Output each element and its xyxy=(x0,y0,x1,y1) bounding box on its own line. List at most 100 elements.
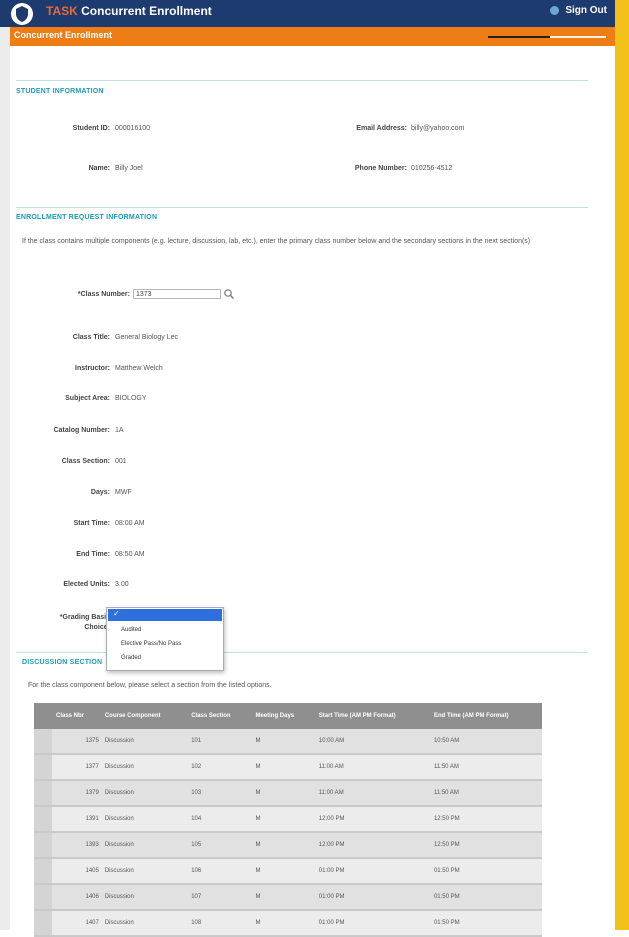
table-cell: Discussion xyxy=(100,729,188,755)
dropdown-option-pass-no-pass[interactable]: Elective Pass/No Pass xyxy=(121,641,181,647)
progress-bar-remaining xyxy=(550,36,606,38)
table-cell: 104 xyxy=(187,806,252,833)
column-header: Start Time (AM PM Format) xyxy=(314,703,430,729)
sub-header-title: Concurrent Enrollment xyxy=(14,30,113,40)
table-row[interactable]: 1405 Discussion 106 M 01:00 PM 01:50 PM xyxy=(34,858,542,885)
class-section-label: Class Section: xyxy=(61,458,110,465)
discussion-instruction: For the class component below, please se… xyxy=(28,682,272,689)
class-number-input[interactable] xyxy=(133,289,221,299)
table-cell: 01:50 PM xyxy=(429,858,542,885)
sign-out-label: Sign Out xyxy=(565,5,607,16)
grading-basis-dropdown[interactable]: ✓ Audited Elective Pass/No Pass Graded xyxy=(106,607,224,671)
table-cell: Discussion xyxy=(100,910,188,937)
table-cell: Discussion xyxy=(100,780,188,807)
table-row[interactable]: 1393 Discussion 105 M 12:00 PM 12:50 PM xyxy=(34,832,542,859)
progress-bar-filled xyxy=(488,36,550,38)
table-cell: 12:00 PM xyxy=(314,806,430,833)
table-cell: 01:00 PM xyxy=(314,910,430,937)
section-divider xyxy=(16,80,588,81)
table-cell: M xyxy=(251,832,315,859)
table-cell: 01:50 PM xyxy=(429,884,542,911)
student-id-value: 000016100 xyxy=(115,125,151,132)
table-row[interactable]: 1379 Discussion 103 M 11:00 AM 11:50 AM xyxy=(34,780,542,807)
table-cell: 102 xyxy=(187,754,252,781)
dropdown-selected-blank-option[interactable]: ✓ xyxy=(108,609,222,621)
table-row[interactable]: 1407 Discussion 108 M 01:00 PM 01:50 PM xyxy=(34,910,542,937)
section-divider xyxy=(16,652,588,653)
app-title: TASK Concurrent Enrollment xyxy=(46,4,212,18)
page-title: Concurrent Enrollment xyxy=(81,4,212,18)
catalog-number-value: 1A xyxy=(115,427,124,434)
column-header: Course Component xyxy=(100,703,188,729)
table-cell: 107 xyxy=(187,884,252,911)
table-cell: 1406 xyxy=(52,884,101,911)
row-select-radio[interactable] xyxy=(34,910,52,937)
table-cell: M xyxy=(251,780,315,807)
phone-label: Phone Number: xyxy=(354,165,407,172)
end-time-label: End Time: xyxy=(76,551,110,558)
student-id-label: Student ID: xyxy=(72,125,110,132)
table-row[interactable]: 1406 Discussion 107 M 01:00 PM 01:50 PM xyxy=(34,884,542,911)
elected-units-label: Elected Units: xyxy=(63,581,110,588)
table-cell: 103 xyxy=(187,780,252,807)
row-select-radio[interactable] xyxy=(34,780,52,807)
row-select-radio[interactable] xyxy=(34,754,52,781)
table-cell: 1407 xyxy=(52,910,101,937)
column-header: Class Nbr xyxy=(52,703,101,729)
class-title-value: General Biology Lec xyxy=(115,334,179,341)
row-select-radio[interactable] xyxy=(34,884,52,911)
table-cell: Discussion xyxy=(100,754,188,781)
days-value: MWF xyxy=(115,489,132,496)
table-cell: 10:00 AM xyxy=(314,729,430,755)
column-header: Class Section xyxy=(187,703,252,729)
discussion-section-title: DISCUSSION SECTION xyxy=(22,659,103,666)
phone-value: 010256-4512 xyxy=(411,165,453,172)
table-cell: 1379 xyxy=(52,780,101,807)
search-icon[interactable] xyxy=(223,288,235,300)
table-cell: 01:50 PM xyxy=(429,910,542,937)
grading-basis-label: *Grading Basis xyxy=(59,614,110,621)
table-cell: Discussion xyxy=(100,806,188,833)
dropdown-option-graded[interactable]: Graded xyxy=(121,655,141,661)
dropdown-option-audited[interactable]: Audited xyxy=(121,627,141,633)
table-cell: 11:50 AM xyxy=(429,780,542,807)
table-cell: M xyxy=(251,910,315,937)
table-cell: Discussion xyxy=(100,858,188,885)
table-cell: M xyxy=(251,754,315,781)
row-select-radio[interactable] xyxy=(34,858,52,885)
sign-out-link[interactable]: Sign Out xyxy=(550,5,607,16)
end-time-value: 08:50 AM xyxy=(115,551,145,558)
table-cell: 1393 xyxy=(52,832,101,859)
sub-header: Concurrent Enrollment xyxy=(10,27,615,46)
table-cell: 1391 xyxy=(52,806,101,833)
name-value: Billy Joel xyxy=(115,165,143,172)
name-label: Name: xyxy=(88,165,110,172)
start-time-label: Start Time: xyxy=(73,520,110,527)
row-select-radio[interactable] xyxy=(34,729,52,755)
table-cell: 1405 xyxy=(52,858,101,885)
row-select-radio[interactable] xyxy=(34,832,52,859)
table-cell: 12:50 PM xyxy=(429,806,542,833)
discussion-table: Class Nbr Course Component Class Section… xyxy=(34,703,542,937)
table-header-row: Class Nbr Course Component Class Section… xyxy=(34,703,542,729)
help-icon[interactable] xyxy=(550,6,560,15)
table-row[interactable]: 1391 Discussion 104 M 12:00 PM 12:50 PM xyxy=(34,806,542,833)
table-cell: 105 xyxy=(187,832,252,859)
start-time-value: 08:00 AM xyxy=(115,520,145,527)
table-cell: 108 xyxy=(187,910,252,937)
table-row[interactable]: 1377 Discussion 102 M 11:00 AM 11:50 AM xyxy=(34,754,542,781)
table-cell: M xyxy=(251,729,315,755)
row-select-radio[interactable] xyxy=(34,806,52,833)
instructor-value: Matthew Welch xyxy=(115,365,163,372)
app-header: TASK Concurrent Enrollment Sign Out xyxy=(0,0,629,27)
class-title-label: Class Title: xyxy=(72,334,110,341)
right-accent-stripe xyxy=(615,0,629,930)
table-cell: 11:00 AM xyxy=(314,754,430,781)
table-cell: 01:00 PM xyxy=(314,858,430,885)
table-cell: 12:50 PM xyxy=(429,832,542,859)
shield-logo-icon xyxy=(11,3,33,25)
table-cell: M xyxy=(251,806,315,833)
table-row[interactable]: 1375 Discussion 101 M 10:00 AM 10:50 AM xyxy=(34,729,542,755)
instructor-label: Instructor: xyxy=(75,365,110,372)
column-header: End Time (AM PM Format) xyxy=(429,703,542,729)
